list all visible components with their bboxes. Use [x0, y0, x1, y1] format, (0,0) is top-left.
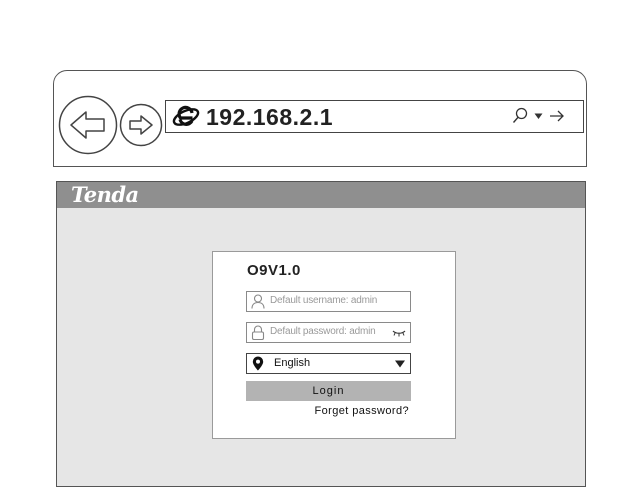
ie-logo-icon: [172, 105, 200, 126]
tenda-logo: Tenda: [71, 182, 139, 207]
location-pin-icon: [252, 356, 264, 371]
dropdown-arrow-icon[interactable]: [534, 112, 543, 120]
forget-password-link[interactable]: Forget password?: [315, 405, 409, 417]
router-page: Tenda O9V1.0 Default username: admin Def…: [56, 181, 586, 487]
language-value: English: [274, 357, 311, 369]
page-header: Tenda: [57, 182, 585, 208]
password-placeholder: Default password: admin: [270, 326, 376, 337]
login-card: O9V1.0 Default username: admin Default p…: [212, 251, 456, 439]
forward-arrow-icon[interactable]: [119, 103, 163, 147]
model-title: O9V1.0: [247, 262, 301, 279]
login-button[interactable]: Login: [246, 381, 411, 401]
chevron-down-icon: [395, 360, 405, 368]
go-arrow-icon[interactable]: [549, 109, 565, 123]
user-icon: [251, 294, 265, 309]
language-select[interactable]: English: [246, 353, 411, 374]
lock-icon: [251, 325, 265, 340]
address-bar-actions: [512, 105, 565, 127]
password-field[interactable]: Default password: admin: [246, 322, 411, 343]
url-text[interactable]: 192.168.2.1: [206, 103, 333, 131]
search-icon[interactable]: [512, 107, 528, 125]
username-field[interactable]: Default username: admin: [246, 291, 411, 312]
back-arrow-icon[interactable]: [58, 95, 118, 155]
hidden-eye-icon[interactable]: [392, 329, 406, 337]
username-placeholder: Default username: admin: [270, 295, 378, 306]
